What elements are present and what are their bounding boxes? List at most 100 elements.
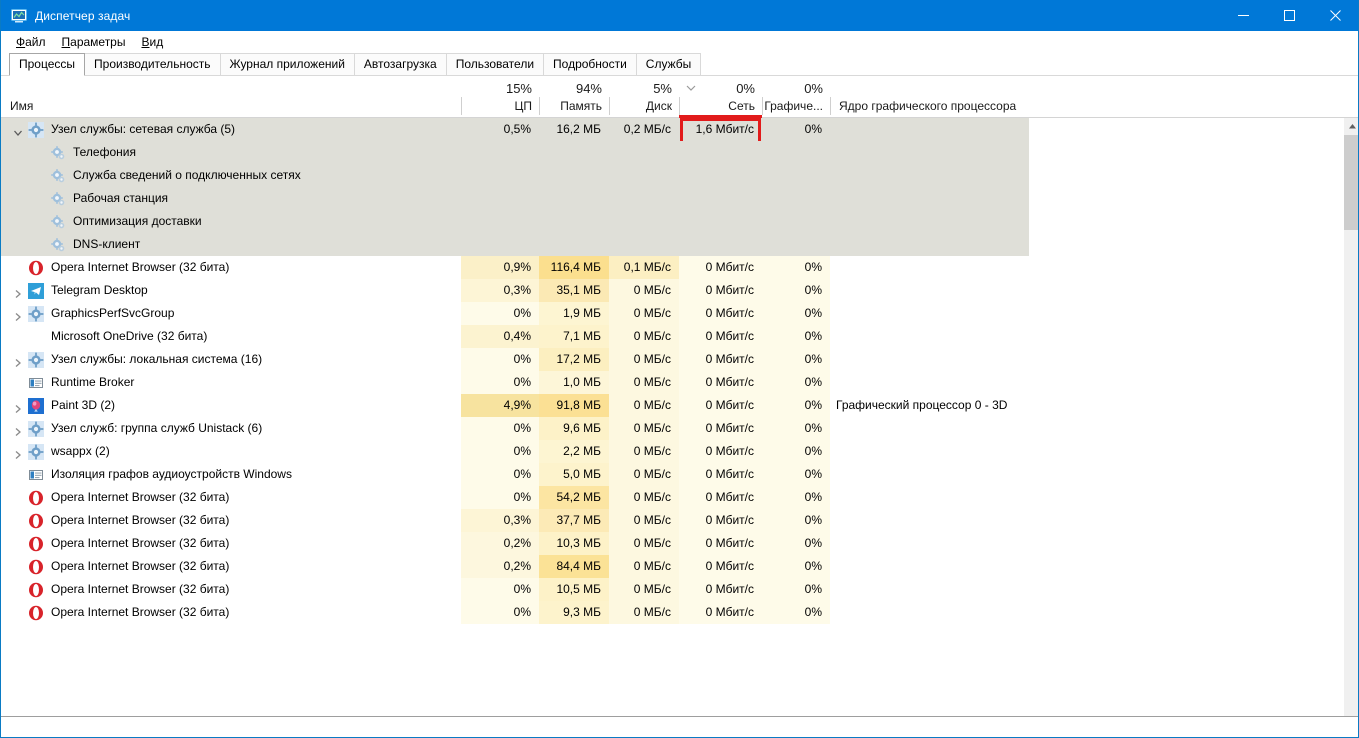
column-divider[interactable] (461, 97, 462, 115)
cell-process-name[interactable]: Opera Internet Browser (32 бита) (1, 555, 461, 578)
scrollbar-thumb[interactable] (1344, 135, 1358, 230)
table-row[interactable]: Opera Internet Browser (32 бита) 0,2% 84,4… (1, 555, 1358, 578)
column-header-3[interactable]: 5% Диск (609, 76, 679, 117)
cell-process-name[interactable]: Телефония (1, 141, 461, 164)
table-row[interactable]: Runtime Broker 0% 1,0 МБ 0 МБ/с 0 Мбит/с 0% (1, 371, 1358, 394)
table-row[interactable]: wsappx (2) 0% 2,2 МБ 0 МБ/с 0 Мбит/с 0% (1, 440, 1358, 463)
cell-process-name[interactable]: Opera Internet Browser (32 бита) (1, 601, 461, 624)
tab-0[interactable]: Процессы (9, 53, 86, 76)
table-row[interactable]: GraphicsPerfSvcGroup 0% 1,9 МБ 0 МБ/с 0 Мбит… (1, 302, 1358, 325)
chevron-right-icon[interactable] (12, 354, 24, 367)
column-header-5[interactable]: 0% Графиче... (762, 76, 830, 117)
table-row[interactable]: Opera Internet Browser (32 бита) 0% 10,5 М… (1, 578, 1358, 601)
table-row[interactable]: Opera Internet Browser (32 бита) 0% 9,3 МБ… (1, 601, 1358, 624)
table-row[interactable]: Telegram Desktop 0,3% 35,1 МБ 0 МБ/с 0 Мбит/… (1, 279, 1358, 302)
table-row[interactable]: DNS-клиент (1, 233, 1358, 256)
chevron-right-icon[interactable] (12, 423, 24, 436)
cell-process-name[interactable]: Opera Internet Browser (32 бита) (1, 509, 461, 532)
cell-memory: 17,2 МБ (556, 352, 601, 366)
cell-cpu (461, 141, 539, 164)
cell-cpu: 0% (513, 352, 531, 366)
cell-process-name[interactable]: Paint 3D (2) (1, 394, 461, 417)
cell-process-name[interactable]: Служба сведений о подключенных сетях (1, 164, 461, 187)
cell-process-name[interactable]: wsappx (2) (1, 440, 461, 463)
table-row[interactable]: Microsoft OneDrive (32 бита) 0,4% 7,1 МБ 0 … (1, 325, 1358, 348)
table-row[interactable]: Узел службы: сетевая служба (5) 0,5% 16,2 … (1, 118, 1358, 150)
menu-file[interactable]: Файл (8, 33, 54, 51)
table-row[interactable]: Paint 3D (2) 4,9% 91,8 МБ 0 МБ/с 0 Мбит/с 0% Г… (1, 394, 1358, 417)
chevron-right-icon[interactable] (12, 285, 24, 298)
table-row[interactable]: Служба сведений о подключенных сетях (1, 164, 1358, 187)
minimize-button[interactable] (1220, 0, 1266, 31)
table-row[interactable]: Телефония (1, 141, 1358, 164)
cell-process-name[interactable]: GraphicsPerfSvcGroup (1, 302, 461, 325)
scroll-up-arrow[interactable] (1344, 118, 1358, 135)
tab-2[interactable]: Журнал приложений (219, 53, 355, 75)
menu-view-rest: ид (149, 35, 164, 49)
cell-process-name[interactable]: Узел службы: сетевая служба (5) (1, 118, 461, 141)
chevron-right-icon[interactable] (12, 400, 24, 413)
column-header-0[interactable]: Имя (1, 76, 461, 117)
column-header-4[interactable]: 0% Сеть (679, 76, 762, 118)
cell-cpu: 0% (513, 421, 531, 435)
column-header-1[interactable]: 15% ЦП (461, 76, 539, 117)
cell-process-name[interactable]: Telegram Desktop (1, 279, 461, 302)
table-row[interactable]: Opera Internet Browser (32 бита) 0,9% 116,… (1, 256, 1358, 279)
cell-process-name[interactable]: Opera Internet Browser (32 бита) (1, 578, 461, 601)
column-divider[interactable] (830, 97, 831, 115)
cell-process-name[interactable]: Opera Internet Browser (32 бита) (1, 486, 461, 509)
table-row[interactable]: Изоляция графов аудиоустройств Windows 0%… (1, 463, 1358, 486)
cell-process-name[interactable]: Opera Internet Browser (32 бита) (1, 256, 461, 279)
column-divider[interactable] (539, 97, 540, 115)
service-small-icon (50, 191, 66, 207)
table-row[interactable]: Opera Internet Browser (32 бита) 0% 54,2 М… (1, 486, 1358, 509)
chevron-right-icon[interactable] (12, 446, 24, 459)
column-divider[interactable] (679, 97, 680, 115)
column-label: Ядро графического процессора (839, 99, 1017, 113)
cell-network: 1,6 Мбит/с (695, 122, 754, 136)
tab-4[interactable]: Пользователи (445, 53, 545, 75)
chevron-right-icon[interactable] (12, 308, 24, 321)
column-header-2[interactable]: 94% Память (539, 76, 609, 117)
service-small-icon (50, 237, 66, 253)
tab-5[interactable]: Подробности (543, 53, 637, 75)
tab-strip: Процессы Производительность Журнал приложе… (1, 53, 1358, 76)
cell-process-name[interactable]: DNS-клиент (1, 233, 461, 256)
vertical-scrollbar[interactable] (1343, 118, 1358, 717)
menu-view[interactable]: Вид (133, 33, 171, 51)
cell-network (679, 187, 762, 210)
cell-process-name[interactable]: Узел службы: локальная система (16) (1, 348, 461, 371)
table-row[interactable]: Узел службы: локальная система (16) 0% 17,… (1, 348, 1358, 371)
tab-6[interactable]: Службы (635, 53, 702, 75)
table-row[interactable]: Opera Internet Browser (32 бита) 0,3% 37,7… (1, 509, 1358, 532)
tab-3[interactable]: Автозагрузка (353, 53, 447, 75)
cell-gpu: 0% (804, 582, 822, 596)
cell-process-name[interactable]: Изоляция графов аудиоустройств Windows (1, 463, 461, 486)
table-row[interactable]: Оптимизация доставки (1, 210, 1358, 233)
tab-label: Журнал приложений (229, 57, 345, 71)
maximize-button[interactable] (1266, 0, 1312, 31)
cell-network: 0 Мбит/с (705, 421, 754, 435)
column-label: Графиче... (764, 99, 823, 113)
menu-options[interactable]: Параметры (54, 33, 134, 51)
close-button[interactable] (1312, 0, 1358, 31)
cell-memory: 1,9 МБ (563, 306, 601, 320)
cell-network: 0 Мбит/с (705, 467, 754, 481)
tab-1[interactable]: Производительность (84, 53, 221, 75)
table-row[interactable]: Opera Internet Browser (32 бита) 0,2% 10,3… (1, 532, 1358, 555)
cell-process-name[interactable]: Microsoft OneDrive (32 бита) (1, 325, 461, 348)
cell-process-name[interactable]: Оптимизация доставки (1, 210, 461, 233)
process-name-label: DNS-клиент (73, 237, 141, 251)
sort-descending-icon (685, 82, 697, 92)
column-divider[interactable] (609, 97, 610, 115)
cell-process-name[interactable]: Opera Internet Browser (32 бита) (1, 532, 461, 555)
chevron-down-icon[interactable] (12, 124, 24, 136)
cell-process-name[interactable]: Узел служб: группа служб Unistack (6) (1, 417, 461, 440)
cell-process-name[interactable]: Runtime Broker (1, 371, 461, 394)
table-row[interactable]: Рабочая станция (1, 187, 1358, 210)
cell-process-name[interactable]: Рабочая станция (1, 187, 461, 210)
column-header-6[interactable]: Ядро графического процессора (830, 76, 1030, 117)
table-row[interactable]: Узел служб: группа служб Unistack (6) 0% 9… (1, 417, 1358, 440)
column-label: ЦП (514, 99, 532, 113)
column-divider[interactable] (762, 97, 763, 115)
